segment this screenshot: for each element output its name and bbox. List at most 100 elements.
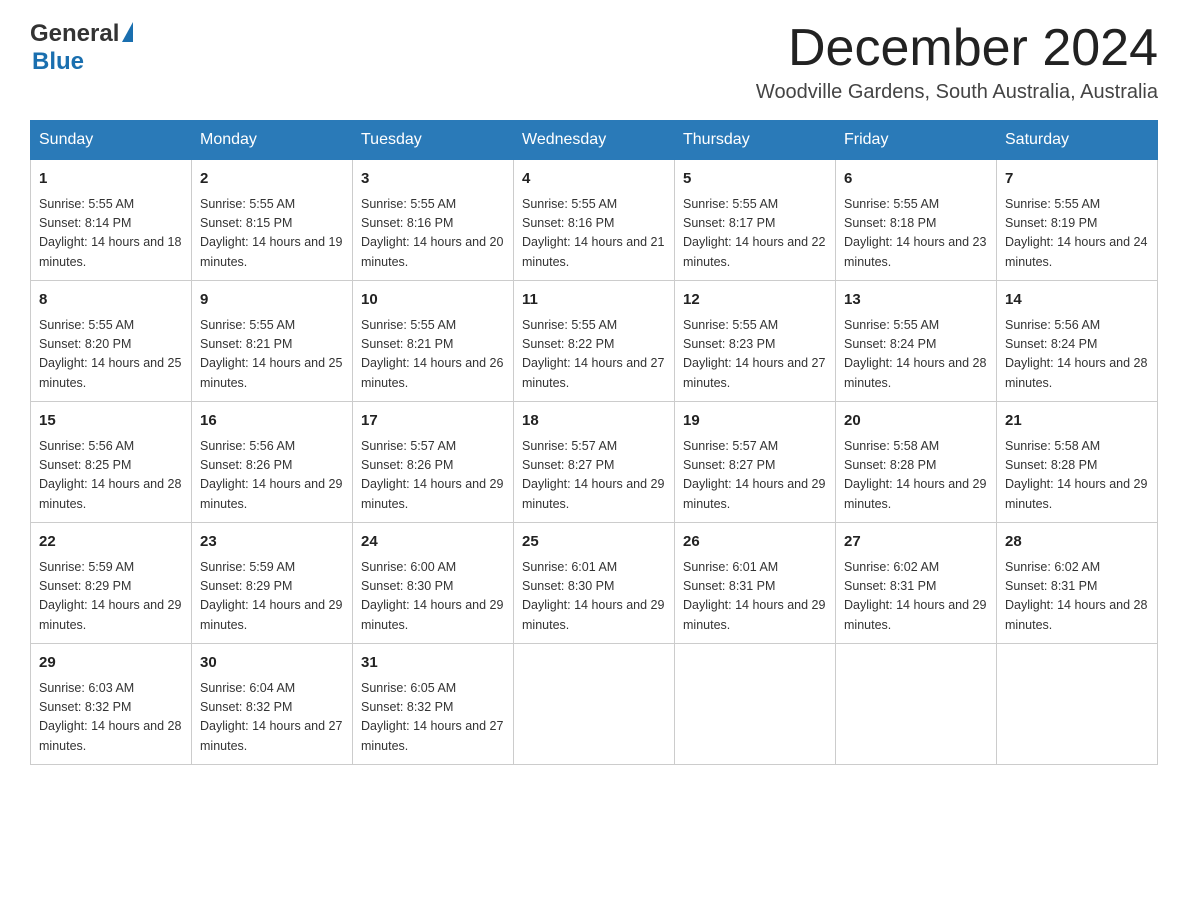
calendar-cell: 18Sunrise: 5:57 AMSunset: 8:27 PMDayligh…: [514, 402, 675, 523]
calendar-cell: 2Sunrise: 5:55 AMSunset: 8:15 PMDaylight…: [192, 160, 353, 281]
day-number: 23: [200, 531, 344, 554]
calendar-cell: 16 Sunrise: 5:56 AMSunset: 8:26 PMDayligh…: [192, 402, 353, 523]
day-number: 3: [361, 168, 505, 191]
header-saturday: Saturday: [997, 121, 1158, 160]
calendar-cell: 17 Sunrise: 5:57 AMSunset: 8:26 PMDayligh…: [353, 402, 514, 523]
title-section: December 2024 Woodville Gardens, South A…: [756, 20, 1158, 104]
calendar-cell: [836, 644, 997, 765]
day-number: 19: [683, 410, 827, 433]
day-info: Sunrise: 5:57 AMSunset: 8:27 PMDaylight:…: [683, 437, 827, 515]
day-number: 8: [39, 289, 183, 312]
calendar-cell: 31 Sunrise: 6:05 AMSunset: 8:32 PMDayligh…: [353, 644, 514, 765]
day-info: Sunrise: 5:55 AMSunset: 8:17 PMDaylight:…: [683, 195, 827, 273]
week-row-1: 1Sunrise: 5:55 AMSunset: 8:14 PMDaylight…: [31, 160, 1158, 281]
calendar-cell: 24 Sunrise: 6:00 AMSunset: 8:30 PMDayligh…: [353, 523, 514, 644]
day-number: 26: [683, 531, 827, 554]
day-info: Sunrise: 5:57 AMSunset: 8:26 PMDaylight:…: [361, 437, 505, 515]
day-info: Sunrise: 5:55 AMSunset: 8:19 PMDaylight:…: [1005, 195, 1149, 273]
day-info: Sunrise: 5:55 AMSunset: 8:21 PMDaylight:…: [200, 316, 344, 394]
day-number: 31: [361, 652, 505, 675]
day-info: Sunrise: 5:59 AMSunset: 8:29 PMDaylight:…: [200, 558, 344, 636]
day-info: Sunrise: 6:05 AMSunset: 8:32 PMDaylight:…: [361, 679, 505, 757]
day-info: Sunrise: 6:00 AMSunset: 8:30 PMDaylight:…: [361, 558, 505, 636]
day-info: Sunrise: 5:55 AMSunset: 8:16 PMDaylight:…: [522, 195, 666, 273]
calendar-cell: 25Sunrise: 6:01 AMSunset: 8:30 PMDayligh…: [514, 523, 675, 644]
calendar-cell: 26 Sunrise: 6:01 AMSunset: 8:31 PMDayligh…: [675, 523, 836, 644]
day-info: Sunrise: 6:01 AMSunset: 8:31 PMDaylight:…: [683, 558, 827, 636]
day-info: Sunrise: 5:55 AMSunset: 8:24 PMDaylight:…: [844, 316, 988, 394]
calendar-cell: 3 Sunrise: 5:55 AMSunset: 8:16 PMDaylight…: [353, 160, 514, 281]
header-friday: Friday: [836, 121, 997, 160]
day-info: Sunrise: 5:58 AMSunset: 8:28 PMDaylight:…: [844, 437, 988, 515]
calendar-cell: 4 Sunrise: 5:55 AMSunset: 8:16 PMDaylight…: [514, 160, 675, 281]
day-number: 5: [683, 168, 827, 191]
logo-general-text: General: [30, 20, 119, 48]
day-number: 22: [39, 531, 183, 554]
day-number: 24: [361, 531, 505, 554]
day-info: Sunrise: 5:55 AMSunset: 8:20 PMDaylight:…: [39, 316, 183, 394]
day-info: Sunrise: 5:55 AMSunset: 8:21 PMDaylight:…: [361, 316, 505, 394]
day-info: Sunrise: 6:02 AMSunset: 8:31 PMDaylight:…: [844, 558, 988, 636]
calendar-cell: [675, 644, 836, 765]
calendar-cell: 9Sunrise: 5:55 AMSunset: 8:21 PMDaylight…: [192, 281, 353, 402]
logo-blue-text: Blue: [32, 48, 84, 76]
calendar-cell: 15 Sunrise: 5:56 AMSunset: 8:25 PMDayligh…: [31, 402, 192, 523]
day-info: Sunrise: 5:55 AMSunset: 8:18 PMDaylight:…: [844, 195, 988, 273]
calendar-cell: 14Sunrise: 5:56 AMSunset: 8:24 PMDayligh…: [997, 281, 1158, 402]
day-info: Sunrise: 5:57 AMSunset: 8:27 PMDaylight:…: [522, 437, 666, 515]
day-number: 16: [200, 410, 344, 433]
day-info: Sunrise: 6:04 AMSunset: 8:32 PMDaylight:…: [200, 679, 344, 757]
day-info: Sunrise: 5:56 AMSunset: 8:25 PMDaylight:…: [39, 437, 183, 515]
header-thursday: Thursday: [675, 121, 836, 160]
calendar-cell: 28 Sunrise: 6:02 AMSunset: 8:31 PMDayligh…: [997, 523, 1158, 644]
day-info: Sunrise: 5:55 AMSunset: 8:16 PMDaylight:…: [361, 195, 505, 273]
day-number: 20: [844, 410, 988, 433]
header-wednesday: Wednesday: [514, 121, 675, 160]
day-info: Sunrise: 6:03 AMSunset: 8:32 PMDaylight:…: [39, 679, 183, 757]
location-subtitle: Woodville Gardens, South Australia, Aust…: [756, 81, 1158, 104]
logo: General Blue: [30, 20, 133, 76]
calendar-table: SundayMondayTuesdayWednesdayThursdayFrid…: [30, 120, 1158, 765]
calendar-cell: 11Sunrise: 5:55 AMSunset: 8:22 PMDayligh…: [514, 281, 675, 402]
calendar-cell: 27 Sunrise: 6:02 AMSunset: 8:31 PMDayligh…: [836, 523, 997, 644]
calendar-cell: 6Sunrise: 5:55 AMSunset: 8:18 PMDaylight…: [836, 160, 997, 281]
week-row-2: 8 Sunrise: 5:55 AMSunset: 8:20 PMDaylight…: [31, 281, 1158, 402]
calendar-cell: 5 Sunrise: 5:55 AMSunset: 8:17 PMDaylight…: [675, 160, 836, 281]
calendar-cell: 12Sunrise: 5:55 AMSunset: 8:23 PMDayligh…: [675, 281, 836, 402]
calendar-cell: 10Sunrise: 5:55 AMSunset: 8:21 PMDayligh…: [353, 281, 514, 402]
calendar-cell: [997, 644, 1158, 765]
day-number: 13: [844, 289, 988, 312]
calendar-cell: 30 Sunrise: 6:04 AMSunset: 8:32 PMDayligh…: [192, 644, 353, 765]
calendar-cell: 29 Sunrise: 6:03 AMSunset: 8:32 PMDayligh…: [31, 644, 192, 765]
day-info: Sunrise: 5:59 AMSunset: 8:29 PMDaylight:…: [39, 558, 183, 636]
day-info: Sunrise: 6:01 AMSunset: 8:30 PMDaylight:…: [522, 558, 666, 636]
week-row-5: 29 Sunrise: 6:03 AMSunset: 8:32 PMDayligh…: [31, 644, 1158, 765]
calendar-cell: 20 Sunrise: 5:58 AMSunset: 8:28 PMDayligh…: [836, 402, 997, 523]
calendar-cell: 19 Sunrise: 5:57 AMSunset: 8:27 PMDayligh…: [675, 402, 836, 523]
day-number: 27: [844, 531, 988, 554]
day-number: 2: [200, 168, 344, 191]
day-number: 29: [39, 652, 183, 675]
day-info: Sunrise: 6:02 AMSunset: 8:31 PMDaylight:…: [1005, 558, 1149, 636]
calendar-cell: 22 Sunrise: 5:59 AMSunset: 8:29 PMDayligh…: [31, 523, 192, 644]
day-number: 28: [1005, 531, 1149, 554]
day-info: Sunrise: 5:58 AMSunset: 8:28 PMDaylight:…: [1005, 437, 1149, 515]
header-monday: Monday: [192, 121, 353, 160]
day-number: 4: [522, 168, 666, 191]
day-number: 21: [1005, 410, 1149, 433]
day-info: Sunrise: 5:55 AMSunset: 8:23 PMDaylight:…: [683, 316, 827, 394]
calendar-cell: 23 Sunrise: 5:59 AMSunset: 8:29 PMDayligh…: [192, 523, 353, 644]
calendar-header-row: SundayMondayTuesdayWednesdayThursdayFrid…: [31, 121, 1158, 160]
day-number: 1: [39, 168, 183, 191]
day-info: Sunrise: 5:56 AMSunset: 8:26 PMDaylight:…: [200, 437, 344, 515]
calendar-cell: 13 Sunrise: 5:55 AMSunset: 8:24 PMDayligh…: [836, 281, 997, 402]
day-info: Sunrise: 5:56 AMSunset: 8:24 PMDaylight:…: [1005, 316, 1149, 394]
day-number: 30: [200, 652, 344, 675]
day-number: 17: [361, 410, 505, 433]
day-info: Sunrise: 5:55 AMSunset: 8:22 PMDaylight:…: [522, 316, 666, 394]
calendar-cell: 7Sunrise: 5:55 AMSunset: 8:19 PMDaylight…: [997, 160, 1158, 281]
day-number: 15: [39, 410, 183, 433]
week-row-3: 15 Sunrise: 5:56 AMSunset: 8:25 PMDayligh…: [31, 402, 1158, 523]
header-tuesday: Tuesday: [353, 121, 514, 160]
header-sunday: Sunday: [31, 121, 192, 160]
